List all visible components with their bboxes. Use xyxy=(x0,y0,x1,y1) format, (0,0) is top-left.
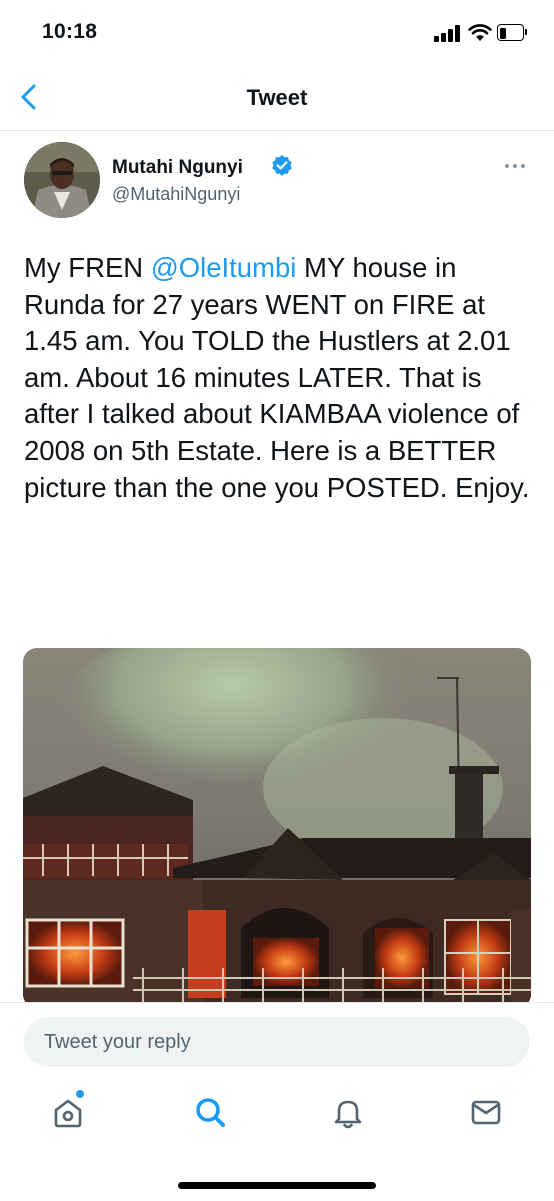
reply-input[interactable] xyxy=(24,1017,530,1067)
author-name[interactable]: Mutahi Ngunyi xyxy=(112,157,243,179)
verified-badge-icon xyxy=(272,155,292,176)
status-bar: 10:18 xyxy=(0,0,554,64)
tweet-text: My FREN @OleItumbi MY house in Runda for… xyxy=(24,250,539,506)
mention-link[interactable]: @OleItumbi xyxy=(151,252,297,283)
battery-icon xyxy=(497,24,527,41)
home-icon[interactable] xyxy=(48,1092,88,1132)
home-notification-dot xyxy=(76,1090,84,1098)
status-time: 10:18 xyxy=(42,20,98,43)
search-icon[interactable] xyxy=(190,1092,230,1132)
author-handle[interactable]: @MutahiNgunyi xyxy=(112,184,240,205)
wifi-icon xyxy=(468,24,492,41)
tweet-text-part: My FREN xyxy=(24,252,151,283)
page-title: Tweet xyxy=(246,85,308,110)
avatar[interactable] xyxy=(24,142,100,218)
more-options-icon[interactable] xyxy=(503,160,527,172)
home-indicator xyxy=(178,1182,376,1189)
cellular-signal-icon xyxy=(434,25,462,42)
navigation-bar: Tweet xyxy=(0,64,554,131)
tweet-media-image[interactable] xyxy=(23,648,531,1008)
notifications-icon[interactable] xyxy=(328,1092,368,1132)
messages-icon[interactable] xyxy=(466,1092,506,1132)
tweet-text-part: MY house in Runda for 27 years WENT on F… xyxy=(24,252,530,503)
